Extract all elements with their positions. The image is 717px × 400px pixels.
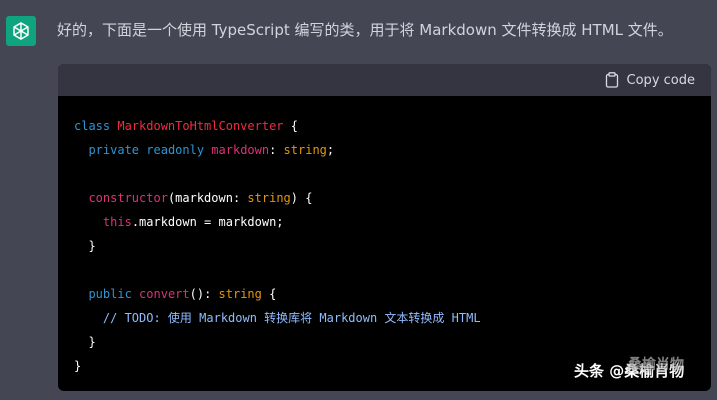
- code-token: string: [283, 143, 327, 157]
- code-line: public convert(): string {: [74, 282, 695, 306]
- code-token: private: [88, 143, 140, 157]
- code-token: MarkdownToHtmlConverter: [117, 119, 284, 133]
- code-token: constructor: [88, 191, 168, 205]
- code-token: markdown: [211, 143, 270, 157]
- code-token: ;: [326, 143, 335, 157]
- watermark-ghost-text: 桑榆肖物: [628, 357, 684, 373]
- code-token: (markdown:: [167, 191, 248, 205]
- code-line: }: [74, 330, 695, 354]
- code-token: // TODO: 使用 Markdown 转换库将 Markdown 文本转换成…: [102, 311, 481, 325]
- code-line: // TODO: 使用 Markdown 转换库将 Markdown 文本转换成…: [74, 306, 695, 330]
- assistant-message-text: 好的，下面是一个使用 TypeScript 编写的类，用于将 Markdown …: [57, 21, 673, 39]
- code-token: class: [74, 119, 118, 133]
- code-token: string: [247, 191, 291, 205]
- code-token: {: [283, 119, 298, 133]
- code-line: }: [74, 234, 695, 258]
- code-token: ) {: [290, 191, 313, 205]
- code-token: {: [261, 287, 277, 301]
- code-token: public: [88, 287, 132, 301]
- code-content: class MarkdownToHtmlConverter { private …: [58, 96, 711, 378]
- code-token: convert: [139, 287, 190, 301]
- code-line: this.markdown = markdown;: [74, 210, 695, 234]
- code-token: :: [269, 143, 284, 157]
- code-token: string: [218, 287, 262, 301]
- copy-code-label: Copy code: [626, 72, 695, 88]
- assistant-avatar: [6, 16, 36, 46]
- openai-logo-icon: [13, 22, 29, 40]
- code-token: ():: [189, 287, 219, 301]
- code-token: .markdown = markdown;: [131, 215, 284, 229]
- code-token: }: [74, 239, 96, 253]
- code-line: private readonly markdown: string;: [74, 138, 695, 162]
- code-token: readonly: [146, 143, 205, 157]
- code-block-header: Copy code: [58, 64, 711, 96]
- code-block: Copy code class MarkdownToHtmlConverter …: [58, 64, 711, 391]
- code-line: class MarkdownToHtmlConverter {: [74, 114, 695, 138]
- clipboard-icon: [605, 72, 618, 88]
- copy-code-button[interactable]: Copy code: [605, 72, 695, 88]
- code-line: constructor(markdown: string) {: [74, 186, 695, 210]
- code-token: }: [74, 335, 96, 349]
- watermark: 头条 @桑榆肖物 桑榆肖物: [574, 357, 684, 381]
- code-token: this: [102, 215, 132, 229]
- code-token: }: [74, 359, 82, 373]
